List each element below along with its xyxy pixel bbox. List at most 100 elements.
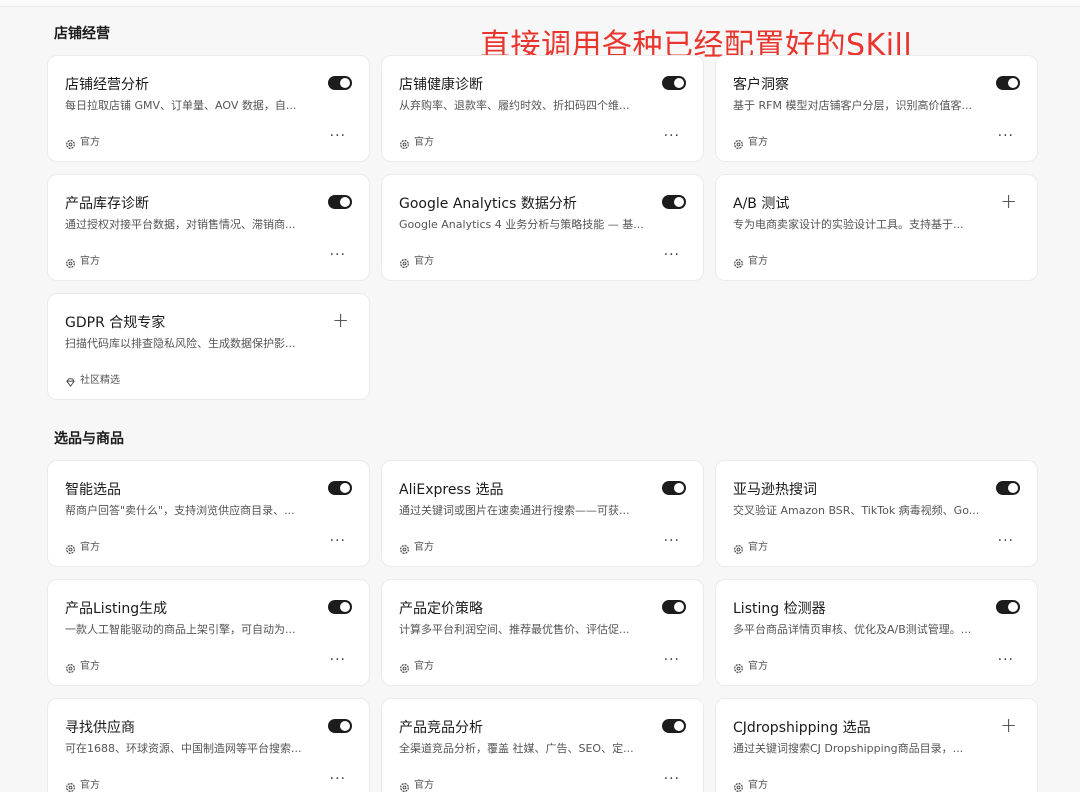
more-options-button[interactable]: ··· <box>664 771 680 787</box>
skill-source: 官方 <box>65 657 100 673</box>
more-options-button[interactable]: ··· <box>330 771 346 787</box>
add-skill-button[interactable]: + <box>332 310 349 330</box>
skill-source: 官方 <box>65 133 100 149</box>
skill-card[interactable]: A/B 测试 专为电商卖家设计的实验设计工具。支持基于... + 官方 <box>715 174 1038 281</box>
skill-source: 官方 <box>399 657 434 673</box>
skill-title: 亚马逊热搜词 <box>733 482 817 498</box>
skill-description: 通过关键词搜索CJ Dropshipping商品目录，... <box>733 742 964 755</box>
add-skill-button[interactable]: + <box>1000 191 1017 211</box>
source-label: 官方 <box>414 780 434 791</box>
gear-icon <box>399 659 410 673</box>
source-label: 官方 <box>748 542 768 553</box>
more-options-button[interactable]: ··· <box>998 533 1014 549</box>
enable-toggle[interactable] <box>996 481 1020 495</box>
skill-title: 店铺健康诊断 <box>399 77 483 93</box>
skill-title: 客户洞察 <box>733 77 789 93</box>
skill-source: 官方 <box>399 776 434 792</box>
enable-toggle[interactable] <box>996 600 1020 614</box>
skill-card[interactable]: 产品Listing生成 一款人工智能驱动的商品上架引擎，可自动为... 官方 ··… <box>47 579 370 686</box>
enable-toggle[interactable] <box>662 76 686 90</box>
skill-card[interactable]: CJdropshipping 选品通过关键词搜索CJ Dropshipping商… <box>715 698 1038 792</box>
more-options-button[interactable]: ··· <box>330 128 346 144</box>
skill-card[interactable]: GDPR 合规专家 扫描代码库以排查隐私风险、生成数据保护影... + 社区精选 <box>47 293 370 400</box>
skill-card[interactable]: 产品定价策略 计算多平台利润空间、推荐最优售价、评估促... 官方 ··· <box>381 579 704 686</box>
top-divider <box>0 0 1080 7</box>
more-options-button[interactable]: ··· <box>998 128 1014 144</box>
gear-icon <box>399 254 410 268</box>
source-label: 官方 <box>414 661 434 672</box>
more-options-button[interactable]: ··· <box>664 652 680 668</box>
section-title: 店铺经营 <box>54 26 110 42</box>
skill-title: 寻找供应商 <box>65 720 135 736</box>
gear-icon <box>65 540 76 554</box>
skill-description: 帮商户回答"卖什么"，支持浏览供应商目录、... <box>65 504 295 517</box>
skill-source: 官方 <box>65 538 100 554</box>
skill-description: 从弃购率、退款率、履约时效、折扣码四个维... <box>399 99 630 112</box>
more-options-button[interactable]: ··· <box>664 247 680 263</box>
more-options-button[interactable]: ··· <box>998 652 1014 668</box>
skill-card[interactable]: AliExpress 选品 通过关键词或图片在速卖通进行搜索——可获... 官方 … <box>381 460 704 567</box>
enable-toggle[interactable] <box>996 76 1020 90</box>
skill-card[interactable]: Listing 检测器 多平台商品详情页审核、优化及A/B测试管理。... 官方 … <box>715 579 1038 686</box>
enable-toggle[interactable] <box>662 600 686 614</box>
enable-toggle[interactable] <box>328 600 352 614</box>
enable-toggle[interactable] <box>662 719 686 733</box>
skill-source: 官方 <box>733 776 768 792</box>
skill-source: 官方 <box>65 776 100 792</box>
skill-source: 社区精选 <box>65 371 120 387</box>
gear-icon <box>399 778 410 792</box>
skill-card[interactable]: 智能选品帮商户回答"卖什么"，支持浏览供应商目录、... 官方 ··· <box>47 460 370 567</box>
skill-card[interactable]: 店铺健康诊断从弃购率、退款率、履约时效、折扣码四个维... 官方 ··· <box>381 55 704 162</box>
enable-toggle[interactable] <box>328 195 352 209</box>
source-label: 官方 <box>748 137 768 148</box>
skill-source: 官方 <box>399 133 434 149</box>
more-options-button[interactable]: ··· <box>664 533 680 549</box>
skill-card[interactable]: 客户洞察基于 RFM 模型对店铺客户分层，识别高价值客... 官方 ··· <box>715 55 1038 162</box>
skill-description: 扫描代码库以排查隐私风险、生成数据保护影... <box>65 337 296 350</box>
source-label: 官方 <box>748 780 768 791</box>
enable-toggle[interactable] <box>328 76 352 90</box>
more-options-button[interactable]: ··· <box>664 128 680 144</box>
diamond-icon <box>65 373 76 387</box>
skill-description: 一款人工智能驱动的商品上架引擎，可自动为... <box>65 623 296 636</box>
source-label: 官方 <box>414 256 434 267</box>
skill-description: 全渠道竞品分析，覆盖 社媒、广告、SEO、定... <box>399 742 634 755</box>
skill-title: 产品竞品分析 <box>399 720 483 736</box>
gear-icon <box>733 778 744 792</box>
skill-description: 专为电商卖家设计的实验设计工具。支持基于... <box>733 218 964 231</box>
skill-title: AliExpress 选品 <box>399 482 504 498</box>
skill-source: 官方 <box>733 133 768 149</box>
skill-description: 每日拉取店铺 GMV、订单量、AOV 数据，自... <box>65 99 297 112</box>
more-options-button[interactable]: ··· <box>330 652 346 668</box>
skill-card[interactable]: 店铺经营分析 每日拉取店铺 GMV、订单量、AOV 数据，自... 官方 ··· <box>47 55 370 162</box>
skill-source: 官方 <box>733 252 768 268</box>
source-label: 官方 <box>80 542 100 553</box>
more-options-button[interactable]: ··· <box>330 247 346 263</box>
source-label: 官方 <box>748 256 768 267</box>
skill-card[interactable]: 寻找供应商可在1688、环球资源、中国制造网等平台搜索... 官方 ··· <box>47 698 370 792</box>
add-skill-button[interactable]: + <box>1000 715 1017 735</box>
skill-title: 智能选品 <box>65 482 121 498</box>
enable-toggle[interactable] <box>328 481 352 495</box>
enable-toggle[interactable] <box>328 719 352 733</box>
skill-card[interactable]: Google Analytics 数据分析 Google Analytics 4 … <box>381 174 704 281</box>
skill-title: Google Analytics 数据分析 <box>399 196 577 212</box>
source-label: 官方 <box>748 661 768 672</box>
more-options-button[interactable]: ··· <box>330 533 346 549</box>
enable-toggle[interactable] <box>662 195 686 209</box>
skill-title: CJdropshipping 选品 <box>733 720 871 736</box>
skill-card[interactable]: 亚马逊热搜词 交叉验证 Amazon BSR、TikTok 病毒视频、Go... … <box>715 460 1038 567</box>
skill-description: Google Analytics 4 业务分析与策略技能 — 基... <box>399 218 644 231</box>
enable-toggle[interactable] <box>662 481 686 495</box>
gear-icon <box>399 540 410 554</box>
skill-description: 通过授权对接平台数据，对销售情况、滞销商... <box>65 218 296 231</box>
source-label: 官方 <box>80 661 100 672</box>
gear-icon <box>65 778 76 792</box>
skill-card[interactable]: 产品竞品分析全渠道竞品分析，覆盖 社媒、广告、SEO、定... 官方 ··· <box>381 698 704 792</box>
gear-icon <box>399 135 410 149</box>
gear-icon <box>65 659 76 673</box>
skill-description: 基于 RFM 模型对店铺客户分层，识别高价值客... <box>733 99 972 112</box>
skill-card[interactable]: 产品库存诊断 通过授权对接平台数据，对销售情况、滞销商... 官方 ··· <box>47 174 370 281</box>
skill-description: 计算多平台利润空间、推荐最优售价、评估促... <box>399 623 630 636</box>
skill-description: 可在1688、环球资源、中国制造网等平台搜索... <box>65 742 302 755</box>
